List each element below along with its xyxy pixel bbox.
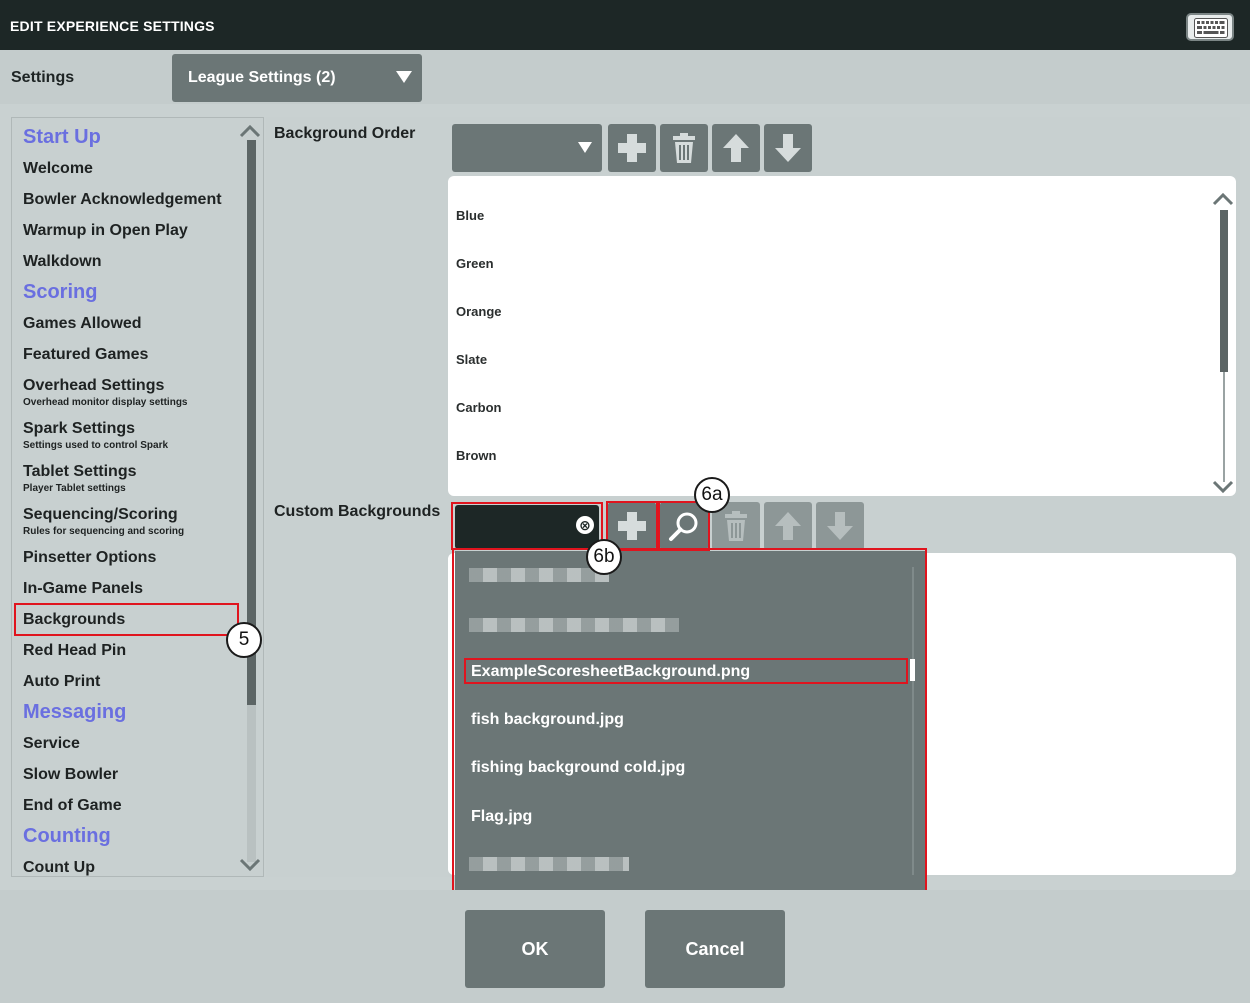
- nav-item-label: Overhead Settings: [23, 377, 165, 394]
- blurred-option: [469, 618, 679, 632]
- nav-item-label: Sequencing/Scoring: [23, 506, 178, 523]
- blurred-option: [469, 857, 629, 871]
- custom-background-search-input[interactable]: ⊗: [455, 505, 599, 549]
- callout-6b: 6b: [586, 539, 622, 575]
- dropdown-scrollbar-thumb[interactable]: [910, 659, 915, 681]
- arrow-down-icon: [827, 512, 853, 540]
- background-order-label: Background Order: [274, 125, 416, 142]
- keyboard-button[interactable]: [1186, 13, 1234, 41]
- option-flag[interactable]: Flag.jpg: [471, 808, 532, 826]
- nav-item-featured-games[interactable]: Featured Games: [23, 346, 148, 364]
- list-scrollbar-track[interactable]: [1223, 372, 1225, 482]
- list-item[interactable]: Brown: [456, 448, 496, 463]
- nav-item-backgrounds[interactable]: Backgrounds: [23, 611, 125, 629]
- list-item[interactable]: Slate: [456, 352, 487, 367]
- arrow-up-icon: [723, 134, 749, 162]
- nav-item-sequencing-scoring[interactable]: Sequencing/Scoring Rules for sequencing …: [23, 506, 184, 537]
- custom-backgrounds-label: Custom Backgrounds: [274, 503, 441, 520]
- add-background-button[interactable]: [608, 124, 656, 172]
- nav-scrollbar-thumb[interactable]: [247, 140, 256, 705]
- nav-category-counting[interactable]: Counting: [23, 825, 111, 848]
- settings-label: Settings: [11, 69, 75, 86]
- nav-item-subtitle: Settings used to control Spark: [23, 440, 169, 451]
- nav-item-end-of-game[interactable]: End of Game: [23, 797, 122, 815]
- league-settings-value: League Settings (2): [188, 69, 336, 86]
- move-custom-down-button[interactable]: [816, 502, 864, 550]
- nav-item-bowler-acknowledgement[interactable]: Bowler Acknowledgement: [23, 191, 222, 209]
- nav-item-tablet-settings[interactable]: Tablet Settings Player Tablet settings: [23, 463, 137, 494]
- chevron-up-icon[interactable]: [1212, 192, 1234, 206]
- window-title: EDIT EXPERIENCE SETTINGS: [10, 18, 215, 34]
- nav-category-start-up[interactable]: Start Up: [23, 126, 101, 149]
- nav-category-scoring[interactable]: Scoring: [23, 281, 97, 304]
- nav-item-red-head-pin[interactable]: Red Head Pin: [23, 642, 126, 660]
- dialog-footer: OK Cancel: [0, 890, 1250, 1003]
- list-item[interactable]: Orange: [456, 304, 502, 319]
- nav-item-count-up[interactable]: Count Up: [23, 859, 95, 876]
- plus-icon: [618, 512, 646, 540]
- nav-item-subtitle: Overhead monitor display settings: [23, 397, 188, 408]
- option-example-scoresheet[interactable]: ExampleScoresheetBackground.png: [471, 663, 750, 681]
- list-item[interactable]: Green: [456, 256, 494, 271]
- list-item[interactable]: Blue: [456, 208, 484, 223]
- list-item[interactable]: Carbon: [456, 400, 502, 415]
- blurred-option: [469, 568, 609, 582]
- chevron-down-icon[interactable]: [1212, 480, 1234, 494]
- cancel-button[interactable]: Cancel: [645, 910, 785, 988]
- nav-item-overhead-settings[interactable]: Overhead Settings Overhead monitor displ…: [23, 377, 187, 408]
- nav-item-spark-settings[interactable]: Spark Settings Settings used to control …: [23, 420, 168, 451]
- background-order-list: Blue Green Orange Slate Carbon Brown: [448, 176, 1236, 496]
- move-custom-up-button[interactable]: [764, 502, 812, 550]
- trash-icon: [673, 133, 695, 163]
- arrow-down-icon: [775, 134, 801, 162]
- nav-item-auto-print[interactable]: Auto Print: [23, 673, 100, 691]
- move-down-button[interactable]: [764, 124, 812, 172]
- callout-5: 5: [226, 622, 262, 658]
- nav-item-welcome[interactable]: Welcome: [23, 160, 93, 178]
- settings-row: Settings League Settings (2): [0, 50, 1250, 104]
- title-bar: EDIT EXPERIENCE SETTINGS: [0, 0, 1250, 50]
- nav-item-in-game-panels[interactable]: In-Game Panels: [23, 580, 143, 598]
- callout-6a: 6a: [694, 477, 730, 513]
- nav-item-slow-bowler[interactable]: Slow Bowler: [23, 766, 118, 784]
- nav-item-pinsetter-options[interactable]: Pinsetter Options: [23, 549, 156, 567]
- chevron-down-icon[interactable]: [239, 858, 261, 872]
- keyboard-icon: [1194, 18, 1228, 38]
- ok-button[interactable]: OK: [465, 910, 605, 988]
- nav-item-walkdown[interactable]: Walkdown: [23, 253, 102, 271]
- clear-icon[interactable]: ⊗: [576, 516, 594, 534]
- trash-icon: [725, 511, 747, 541]
- nav-category-messaging[interactable]: Messaging: [23, 701, 126, 724]
- settings-nav: Start Up Welcome Bowler Acknowledgement …: [11, 117, 264, 877]
- chevron-down-icon: [396, 71, 412, 83]
- nav-item-label: Tablet Settings: [23, 463, 137, 480]
- chevron-up-icon[interactable]: [239, 124, 261, 138]
- arrow-up-icon: [775, 512, 801, 540]
- custom-background-dropdown: ExampleScoresheetBackground.png fish bac…: [455, 551, 925, 891]
- nav-item-service[interactable]: Service: [23, 735, 80, 753]
- nav-item-label: Spark Settings: [23, 420, 136, 437]
- magnifier-icon: [669, 512, 698, 541]
- nav-item-warmup-in-open-play[interactable]: Warmup in Open Play: [23, 222, 188, 240]
- move-up-button[interactable]: [712, 124, 760, 172]
- list-scrollbar-thumb[interactable]: [1220, 210, 1228, 372]
- delete-background-button[interactable]: [660, 124, 708, 172]
- nav-item-subtitle: Player Tablet settings: [23, 483, 126, 494]
- nav-item-games-allowed[interactable]: Games Allowed: [23, 315, 142, 333]
- chevron-down-icon: [578, 142, 592, 153]
- dropdown-scrollbar-track[interactable]: [912, 567, 914, 875]
- plus-icon: [618, 134, 646, 162]
- league-settings-select[interactable]: League Settings (2): [172, 54, 422, 102]
- option-fish-background[interactable]: fish background.jpg: [471, 711, 624, 729]
- option-fishing-background-cold[interactable]: fishing background cold.jpg: [471, 759, 685, 777]
- background-order-select[interactable]: [452, 124, 602, 172]
- nav-item-subtitle: Rules for sequencing and scoring: [23, 526, 185, 537]
